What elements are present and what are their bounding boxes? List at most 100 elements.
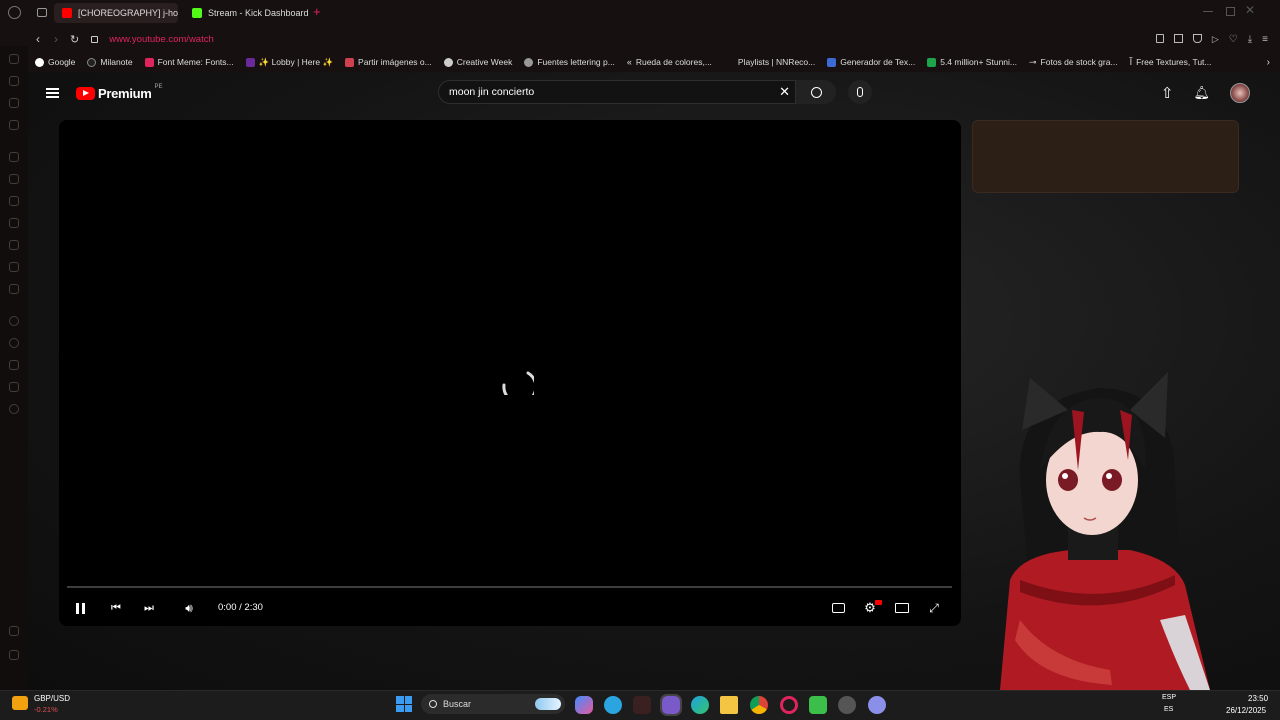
bookmarks-more-icon[interactable]: › [1267,57,1280,68]
search-input-value: moon jin concierto [449,86,535,98]
bookmark-item[interactable]: ⊸ Fotos de stock gra... [1029,57,1118,68]
sidebar-app-icon[interactable] [9,174,19,184]
clear-search-icon[interactable]: ✕ [779,84,790,100]
previous-button[interactable]: ⏮︎ [108,600,124,616]
sidebar-settings-icon[interactable] [9,404,19,414]
copilot-icon[interactable] [575,696,593,714]
chrome-icon[interactable] [750,696,768,714]
sidebar-app-icon[interactable] [9,626,19,636]
heart-icon[interactable]: ♡ [1229,34,1238,45]
browser-logo-icon[interactable] [8,6,21,19]
bookmark-item[interactable]: Fuentes lettering p... [524,57,615,67]
forward-icon[interactable]: › [54,32,58,46]
reload-icon[interactable]: ↻ [70,33,79,46]
bell-icon[interactable]: 🔔︎ [1193,85,1210,101]
creative-app-icon[interactable] [633,696,651,714]
sidebar-app-icon[interactable] [9,218,19,228]
sidebar-icon[interactable] [1173,33,1183,43]
settings-button[interactable]: ⚙ [861,600,882,616]
taskbar-search[interactable]: Buscar [421,694,565,714]
tab-switcher-icon[interactable] [37,8,47,17]
sidebar-app-icon[interactable] [9,382,19,392]
bookmark-item[interactable]: Creative Week [443,57,512,67]
bookmark-item[interactable]: Google [35,57,75,67]
play-icon[interactable]: ▷ [1212,34,1219,45]
sidebar-app-icon[interactable] [9,196,19,206]
search-input[interactable]: moon jin concierto ✕ [438,80,796,104]
volume-button[interactable]: 🔊︎ [180,600,198,616]
youtube-logo[interactable]: Premium PE [76,83,163,101]
tab-label: Stream - Kick Dashboard [208,8,309,18]
new-tab-button[interactable]: + [313,4,321,19]
back-icon[interactable]: ‹ [36,32,40,46]
weather-widget-icon[interactable] [12,696,28,710]
sidebar-app-icon[interactable] [9,120,19,130]
bookmark-item[interactable]: Ĩ Free Textures, Tut... [1130,57,1212,67]
discord-icon[interactable] [868,696,886,714]
sidebar-app-icon[interactable] [9,650,19,660]
sidebar-app-icon[interactable] [9,338,19,348]
voice-search-button[interactable] [848,80,872,104]
minimize-icon[interactable] [1203,11,1213,12]
shield-icon[interactable] [1192,33,1202,43]
folder-icon[interactable] [720,696,738,714]
telegram-icon[interactable] [604,696,622,714]
search-icon [810,86,822,98]
bookmark-item[interactable]: Generador de Tex... [827,57,915,67]
steam-icon[interactable] [838,696,856,714]
sidebar-app-icon[interactable] [9,316,19,326]
milanote-icon [87,57,97,67]
progress-bar[interactable] [67,586,952,588]
bookmarks-bar: Google Milanote Font Meme: Fonts... ✨ Lo… [0,52,1280,72]
menu-hamburger-icon[interactable] [46,88,59,98]
browser-app-icon[interactable] [660,694,682,716]
menu-icon[interactable]: ≡ [1262,34,1268,45]
windows-logo-icon [396,696,404,704]
upload-icon[interactable]: ⇧ [1161,84,1174,102]
sidebar-app-icon[interactable] [9,152,19,162]
search-highlight-icon [535,698,561,710]
region-label: PE [154,83,163,90]
subtitles-icon [831,603,845,613]
lettering-icon [524,57,534,67]
bookmark-item[interactable]: Partir imágenes o... [345,57,432,67]
kick-favicon-icon [192,8,202,18]
bookmark-item[interactable]: Playlists | NNReco... [738,57,815,67]
tab-kick[interactable]: Stream - Kick Dashboard [184,3,312,23]
maximize-icon[interactable] [1226,7,1235,16]
subtitles-button[interactable] [829,600,847,616]
pause-button[interactable] [72,600,88,616]
sidebar-app-icon[interactable] [9,76,19,86]
sidebar-app-icon[interactable] [9,262,19,272]
download-icon[interactable]: ⤓ [1248,34,1252,45]
clock-time[interactable]: 23:50 [1248,694,1268,703]
sidebar-app-icon[interactable] [9,240,19,250]
start-button[interactable] [396,696,412,712]
next-button[interactable]: ⏭︎ [141,600,157,616]
search-button[interactable] [796,80,836,104]
previous-icon: ⏮︎ [111,601,121,614]
textures-icon: Ĩ [1129,57,1133,67]
app-icon[interactable] [809,696,827,714]
hd-badge [875,600,882,605]
sidebar-app-icon[interactable] [9,284,19,294]
bookmark-item[interactable]: «Rueda de colores,... [627,57,712,67]
url-field[interactable]: www.youtube.com/watch [109,34,214,45]
theater-mode-button[interactable] [893,600,911,616]
fullscreen-button[interactable]: ⤢ [925,600,943,616]
avatar[interactable] [1230,83,1250,103]
tab-youtube[interactable]: [CHOREOGRAPHY] j-hop... [54,3,178,23]
opera-icon[interactable] [780,696,798,714]
bookmark-item[interactable]: Font Meme: Fonts... [144,57,234,67]
close-window-icon[interactable]: ✕ [1245,3,1255,17]
pin-icon[interactable] [1155,33,1164,43]
bookmark-item[interactable]: 5.4 million+ Stunni... [927,57,1017,67]
browser-tab-bar: [CHOREOGRAPHY] j-hop... Stream - Kick Da… [0,0,1280,26]
language-indicator[interactable]: ESP [1162,694,1176,701]
sidebar-app-icon[interactable] [9,360,19,370]
sidebar-app-icon[interactable] [9,98,19,108]
bookmark-item[interactable]: Milanote [87,57,133,67]
sidebar-app-icon[interactable] [9,54,19,64]
bookmark-item[interactable]: ✨ Lobby | Here ✨ [245,57,333,68]
edge-icon[interactable] [691,696,709,714]
